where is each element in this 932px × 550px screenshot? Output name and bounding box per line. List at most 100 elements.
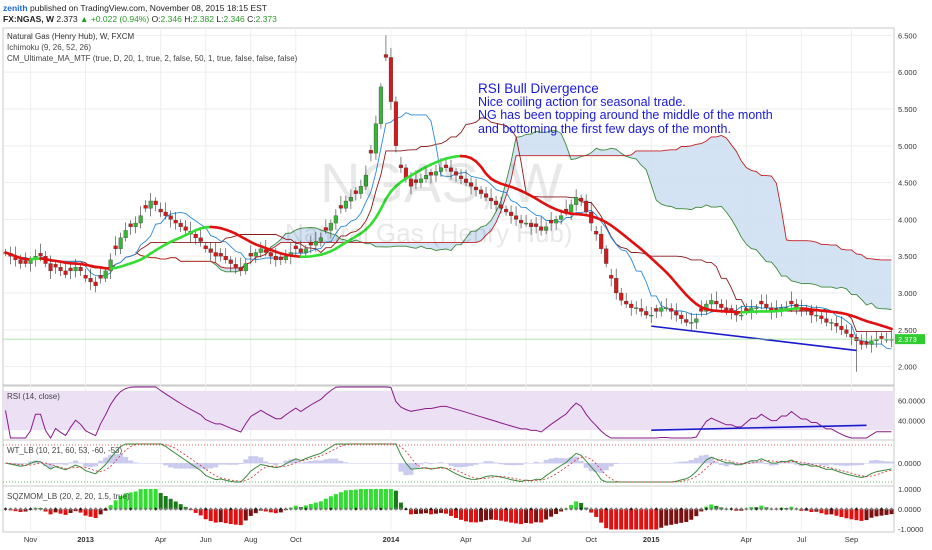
legend-symbol[interactable]: Natural Gas (Henry Hub), W, FXCM bbox=[7, 32, 134, 41]
wt-diff-bar bbox=[493, 462, 499, 464]
wt-diff-bar bbox=[173, 463, 179, 469]
annotation-text: RSI Bull Divergence Nice coiling action … bbox=[478, 82, 773, 136]
sqz-bar bbox=[679, 509, 684, 523]
y-tick-label: 6.500 bbox=[898, 31, 917, 40]
sqz-bar bbox=[148, 489, 153, 510]
wt-diff-bar bbox=[548, 458, 554, 464]
sqz-bar bbox=[669, 509, 674, 525]
sqz-bar bbox=[634, 509, 639, 530]
wt-diff-bar bbox=[68, 462, 74, 464]
wt-diff-bar bbox=[368, 463, 374, 464]
sqz-bar bbox=[654, 509, 659, 530]
candle bbox=[859, 340, 864, 345]
wt-diff-bar bbox=[203, 463, 209, 470]
candle bbox=[809, 311, 814, 316]
wt-diff-bar bbox=[518, 463, 524, 465]
candle bbox=[218, 253, 223, 257]
sqz-bar bbox=[609, 509, 614, 530]
legend-ichimoku[interactable]: Ichimoku (9, 26, 52, 26) bbox=[7, 43, 91, 52]
wt-diff-bar bbox=[438, 462, 444, 464]
candle bbox=[879, 336, 884, 340]
wt-diff-bar bbox=[838, 463, 844, 466]
candle bbox=[614, 278, 619, 294]
wt-diff-bar bbox=[323, 459, 329, 464]
candle bbox=[819, 315, 824, 319]
sqz-bar bbox=[659, 509, 664, 528]
legend-ma[interactable]: CM_Ultimate_MA_MTF (true, D, 20, 1, true… bbox=[7, 54, 297, 63]
candle bbox=[739, 314, 744, 317]
candle bbox=[684, 319, 689, 323]
wt-diff-bar bbox=[168, 463, 174, 468]
wt-diff-bar bbox=[718, 463, 724, 466]
sqz-pane-label[interactable]: SQZMOM_LB (20, 2, 20, 1.5, true) bbox=[7, 492, 130, 501]
sqz-bar bbox=[674, 509, 679, 524]
wt-diff-bar bbox=[878, 460, 884, 464]
candle bbox=[133, 222, 138, 227]
wt-diff-bar bbox=[343, 462, 349, 464]
sqz-bar bbox=[509, 509, 514, 523]
x-tick-label: Apr bbox=[460, 535, 472, 544]
wt-diff-bar bbox=[153, 463, 159, 464]
x-tick-label: 2014 bbox=[383, 535, 401, 544]
candle bbox=[63, 270, 68, 275]
wt-diff-bar bbox=[88, 463, 94, 468]
sqz-bar bbox=[348, 489, 353, 510]
x-tick-label: Apr bbox=[740, 535, 752, 544]
wt-diff-bar bbox=[233, 463, 239, 465]
wt-diff-bar bbox=[658, 463, 664, 464]
chart-canvas[interactable]: Nov 2013 Apr Jun Aug Oct 2014 Apr Jul Oct 2015 Apr J… bbox=[0, 0, 932, 550]
sqz-tick-label: 1.0000 bbox=[898, 485, 921, 494]
wt-diff-bar bbox=[478, 462, 484, 464]
candle bbox=[273, 256, 278, 261]
wt-diff-bar bbox=[538, 462, 544, 464]
sqz-bar bbox=[859, 509, 864, 521]
candle bbox=[38, 253, 43, 257]
wt-pane-label[interactable]: WT_LB (10, 21, 60, 53, -60, -53) bbox=[7, 446, 122, 455]
candle bbox=[253, 252, 258, 257]
wt-diff-bar bbox=[433, 462, 439, 464]
wt-diff-bar bbox=[238, 463, 244, 465]
wt-diff-bar bbox=[353, 463, 359, 464]
candle bbox=[263, 249, 268, 253]
candle bbox=[198, 237, 203, 242]
candle bbox=[168, 215, 173, 220]
y-tick-label: 6.000 bbox=[898, 68, 917, 77]
sqz-bar bbox=[143, 489, 148, 510]
sqz-tick-label: 0.0000 bbox=[898, 505, 921, 514]
wt-diff-bar bbox=[313, 460, 319, 464]
wt-diff-bar bbox=[53, 463, 59, 465]
y-tick-label: 3.000 bbox=[898, 289, 917, 298]
sqz-bar bbox=[684, 509, 689, 522]
sqz-bar bbox=[514, 509, 519, 524]
wt-diff-bar bbox=[883, 461, 889, 464]
candle bbox=[298, 248, 303, 253]
wt-diff-bar bbox=[533, 461, 539, 464]
candle bbox=[128, 223, 133, 227]
sqz-bar bbox=[333, 494, 338, 510]
candle bbox=[258, 248, 263, 253]
sqz-bar bbox=[474, 509, 479, 523]
candle bbox=[148, 200, 153, 209]
y-tick-label: 3.500 bbox=[898, 252, 917, 261]
sqz-bar bbox=[338, 492, 343, 510]
candle bbox=[143, 205, 148, 209]
x-tick-label: Sep bbox=[845, 535, 858, 544]
candle bbox=[173, 219, 178, 224]
wt-diff-bar bbox=[483, 461, 489, 464]
wt-diff-bar bbox=[458, 463, 464, 468]
x-tick-label: 2015 bbox=[643, 535, 660, 544]
wt-diff-bar bbox=[138, 463, 144, 464]
candle bbox=[824, 318, 829, 323]
wt-diff-bar bbox=[93, 463, 99, 467]
candle bbox=[664, 307, 669, 309]
rsi-pane-label[interactable]: RSI (14, close) bbox=[7, 392, 60, 401]
candle bbox=[619, 292, 624, 301]
candle bbox=[754, 307, 759, 309]
sqz-bar bbox=[383, 489, 388, 510]
candle bbox=[53, 264, 58, 268]
wt-diff-bar bbox=[823, 463, 829, 466]
candle bbox=[609, 275, 614, 279]
candle bbox=[669, 308, 674, 312]
wt-diff-bar bbox=[428, 463, 434, 465]
wt-diff-bar bbox=[98, 460, 104, 464]
